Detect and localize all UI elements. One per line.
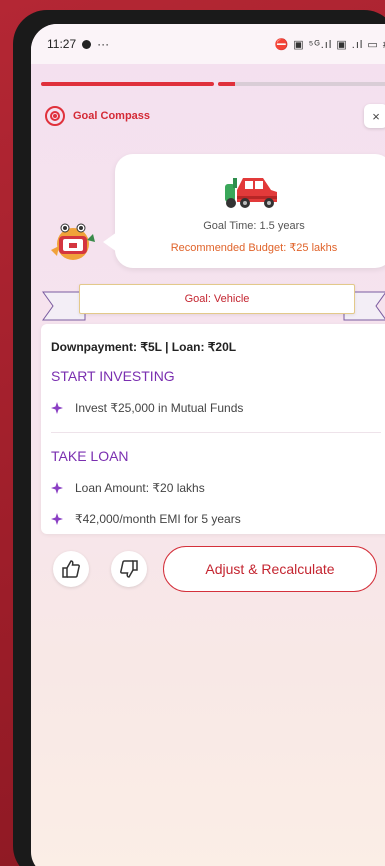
thumbs-up-button[interactable] [53,551,89,587]
progress-bar [41,82,385,86]
thumbs-down-button[interactable] [111,551,147,587]
goal-time: Goal Time: 1.5 years [203,220,305,232]
goal-summary-bubble: Goal Time: 1.5 years Recommended Budget:… [103,154,385,268]
list-item: Invest ₹25,000 in Mutual Funds [51,401,243,415]
sparkle-icon [51,482,63,494]
sparkle-icon [51,402,63,414]
close-button[interactable]: × [364,104,385,128]
more-notifications-icon: ··· [97,37,110,51]
record-dot-icon [82,39,92,49]
status-indicators: ⛔ ▣ ⁵ᴳ.ıl ▣ .ıl ▭ # [274,38,385,51]
goal-label: Goal: Vehicle [79,284,355,314]
header: Goal Compass × [45,102,385,130]
progress-segment-2 [217,82,385,86]
goal-ribbon: Goal: Vehicle [41,282,385,322]
section-title-start-investing: START INVESTING [51,368,175,384]
recommended-budget: Recommended Budget: ₹25 lakhs [170,242,338,254]
goal-compass-logo-icon [45,106,65,126]
app-screen: 11:27 ··· ⛔ ▣ ⁵ᴳ.ıl ▣ .ıl ▭ # Goal Compa… [31,24,385,866]
status-bar: 11:27 ··· ⛔ ▣ ⁵ᴳ.ıl ▣ .ıl ▭ # [31,24,385,64]
list-item-label: ₹42,000/month EMI for 5 years [75,512,241,526]
list-item: Loan Amount: ₹20 lakhs [51,481,205,495]
feedback-actions: Adjust & Recalculate [53,546,384,592]
mascot-icon [51,223,95,260]
list-item-label: Loan Amount: ₹20 lakhs [75,481,205,495]
sparkle-icon [51,513,63,525]
app-name: Goal Compass [73,110,151,122]
adjust-recalculate-button[interactable]: Adjust & Recalculate [163,546,377,592]
list-item: ₹42,000/month EMI for 5 years [51,512,241,526]
thumbs-up-icon [62,560,80,578]
plan-card: Downpayment: ₹5L | Loan: ₹20L START INVE… [41,324,385,534]
status-time: 11:27 [47,37,77,51]
thumbs-down-icon [120,560,138,578]
plan-headline: Downpayment: ₹5L | Loan: ₹20L [51,340,237,354]
vehicle-icon [225,178,277,208]
phone-frame: 11:27 ··· ⛔ ▣ ⁵ᴳ.ıl ▣ .ıl ▭ # Goal Compa… [13,10,385,866]
divider [51,432,381,433]
section-title-take-loan: TAKE LOAN [51,448,129,464]
progress-segment-1 [41,82,214,86]
list-item-label: Invest ₹25,000 in Mutual Funds [75,401,244,415]
